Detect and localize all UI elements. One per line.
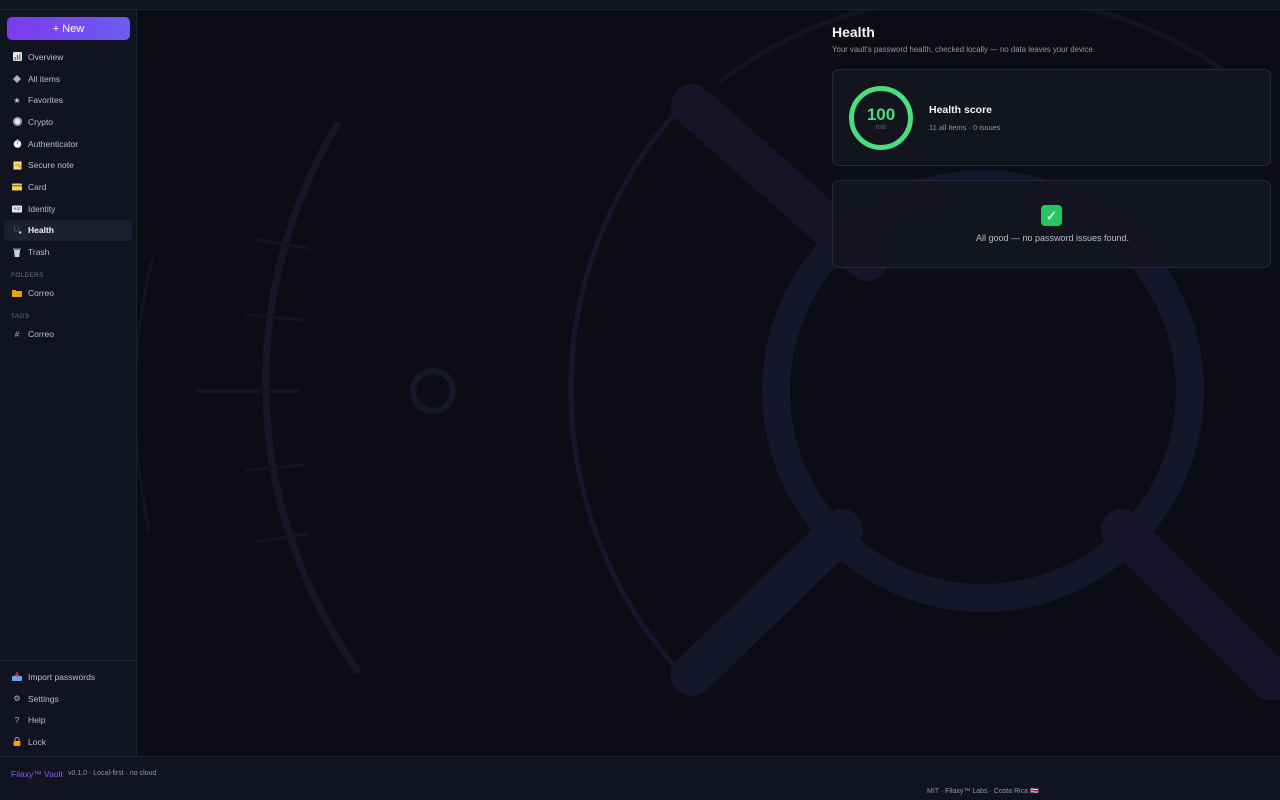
- sidebar-item-label: Crypto: [28, 116, 54, 127]
- chart-icon: [12, 52, 22, 62]
- sidebar-item-authenticator[interactable]: Authenticator: [4, 133, 132, 155]
- sidebar-item-label: Help: [28, 715, 46, 726]
- sidebar-item-all-items[interactable]: All items: [4, 68, 132, 90]
- star-icon: ★: [13, 95, 21, 105]
- sidebar-item-label: All items: [28, 73, 61, 84]
- credit-card-icon: [12, 182, 22, 192]
- sidebar-item-settings[interactable]: ⚙ Settings: [4, 688, 132, 710]
- sidebar-item-label: Authenticator: [28, 138, 79, 149]
- stethoscope-icon: [12, 225, 22, 235]
- page-title: Health: [832, 24, 875, 40]
- folder-icon: [12, 289, 22, 297]
- question-icon: ?: [14, 715, 20, 725]
- check-mark-icon: ✓: [1041, 205, 1062, 226]
- sidebar-item-identity[interactable]: Identity: [4, 198, 132, 220]
- folder-item-correo[interactable]: Correo: [4, 283, 132, 303]
- sidebar-item-label: Settings: [28, 693, 59, 704]
- trash-icon: [12, 247, 22, 257]
- new-item-button[interactable]: + New: [7, 17, 130, 40]
- sidebar-item-label: Identity: [28, 203, 56, 214]
- sidebar-item-import-passwords[interactable]: Import passwords: [4, 666, 132, 688]
- lock-icon: [12, 737, 22, 747]
- sidebar-item-lock[interactable]: Lock: [4, 731, 132, 753]
- footer: Filaxy™ Vault v0.1.0 · Local-first · no …: [0, 756, 1280, 800]
- version-info: v0.1.0 · Local-first · no cloud: [68, 770, 157, 777]
- gear-icon: ⚙: [13, 694, 21, 704]
- sidebar-item-label: Trash: [28, 247, 50, 258]
- hash-icon: #: [14, 329, 20, 339]
- folder-label: Correo: [28, 288, 54, 298]
- issues-empty-state: ✓ All good — no password issues found.: [832, 180, 1271, 268]
- score-meta: 11 all items · 0 issues: [929, 123, 1001, 132]
- score-value: 100: [866, 105, 896, 124]
- sidebar-item-crypto[interactable]: Crypto: [4, 111, 132, 133]
- tag-label: Correo: [28, 329, 54, 339]
- sidebar-item-secure-note[interactable]: Secure note: [4, 154, 132, 176]
- sidebar-item-trash[interactable]: Trash: [4, 241, 132, 263]
- diamond-icon: [12, 74, 22, 84]
- tags-heading: TAGS: [11, 313, 30, 320]
- empty-state-message: All good — no password issues found.: [975, 233, 1130, 243]
- sidebar-nav: Overview All items ★ Favorites Crypto Au…: [4, 46, 132, 263]
- sidebar-item-label: Import passwords: [28, 671, 96, 682]
- score-denominator: /100: [875, 125, 887, 131]
- inbox-tray-icon: [12, 672, 22, 682]
- sidebar-bottom-nav: Import passwords ⚙ Settings ? Help Lock: [0, 660, 137, 753]
- sidebar-item-help[interactable]: ? Help: [4, 709, 132, 731]
- coin-icon: [12, 117, 22, 127]
- footer-credits: MIT · Filaxy™ Labs · Costa Rica 🇨🇷: [927, 788, 1039, 795]
- sidebar-item-label: Health: [28, 225, 54, 236]
- id-card-icon: [12, 204, 22, 214]
- sidebar-item-label: Card: [28, 181, 47, 192]
- sidebar-item-card[interactable]: Card: [4, 176, 132, 198]
- note-icon: [12, 160, 22, 170]
- stopwatch-icon: [12, 139, 22, 149]
- tag-item-correo[interactable]: # Correo: [4, 324, 132, 344]
- sidebar-item-overview[interactable]: Overview: [4, 46, 132, 68]
- sidebar-item-label: Overview: [28, 51, 64, 62]
- top-bar: [0, 0, 1280, 10]
- sidebar-item-favorites[interactable]: ★ Favorites: [4, 89, 132, 111]
- brand-name: Filaxy™ Vault: [11, 769, 63, 779]
- sidebar-item-label: Favorites: [28, 95, 63, 106]
- page-subtitle: Your vault's password health, checked lo…: [832, 45, 1095, 54]
- folders-heading: FOLDERS: [11, 272, 44, 279]
- sidebar-item-health[interactable]: Health: [4, 219, 132, 242]
- sidebar-item-label: Lock: [28, 736, 46, 747]
- sidebar: + New Overview All items ★ Favorites Cry…: [0, 10, 137, 756]
- health-score-card: 100 /100 Health score 11 all items · 0 i…: [832, 69, 1271, 166]
- sidebar-item-label: Secure note: [28, 160, 74, 171]
- score-title: Health score: [929, 104, 993, 116]
